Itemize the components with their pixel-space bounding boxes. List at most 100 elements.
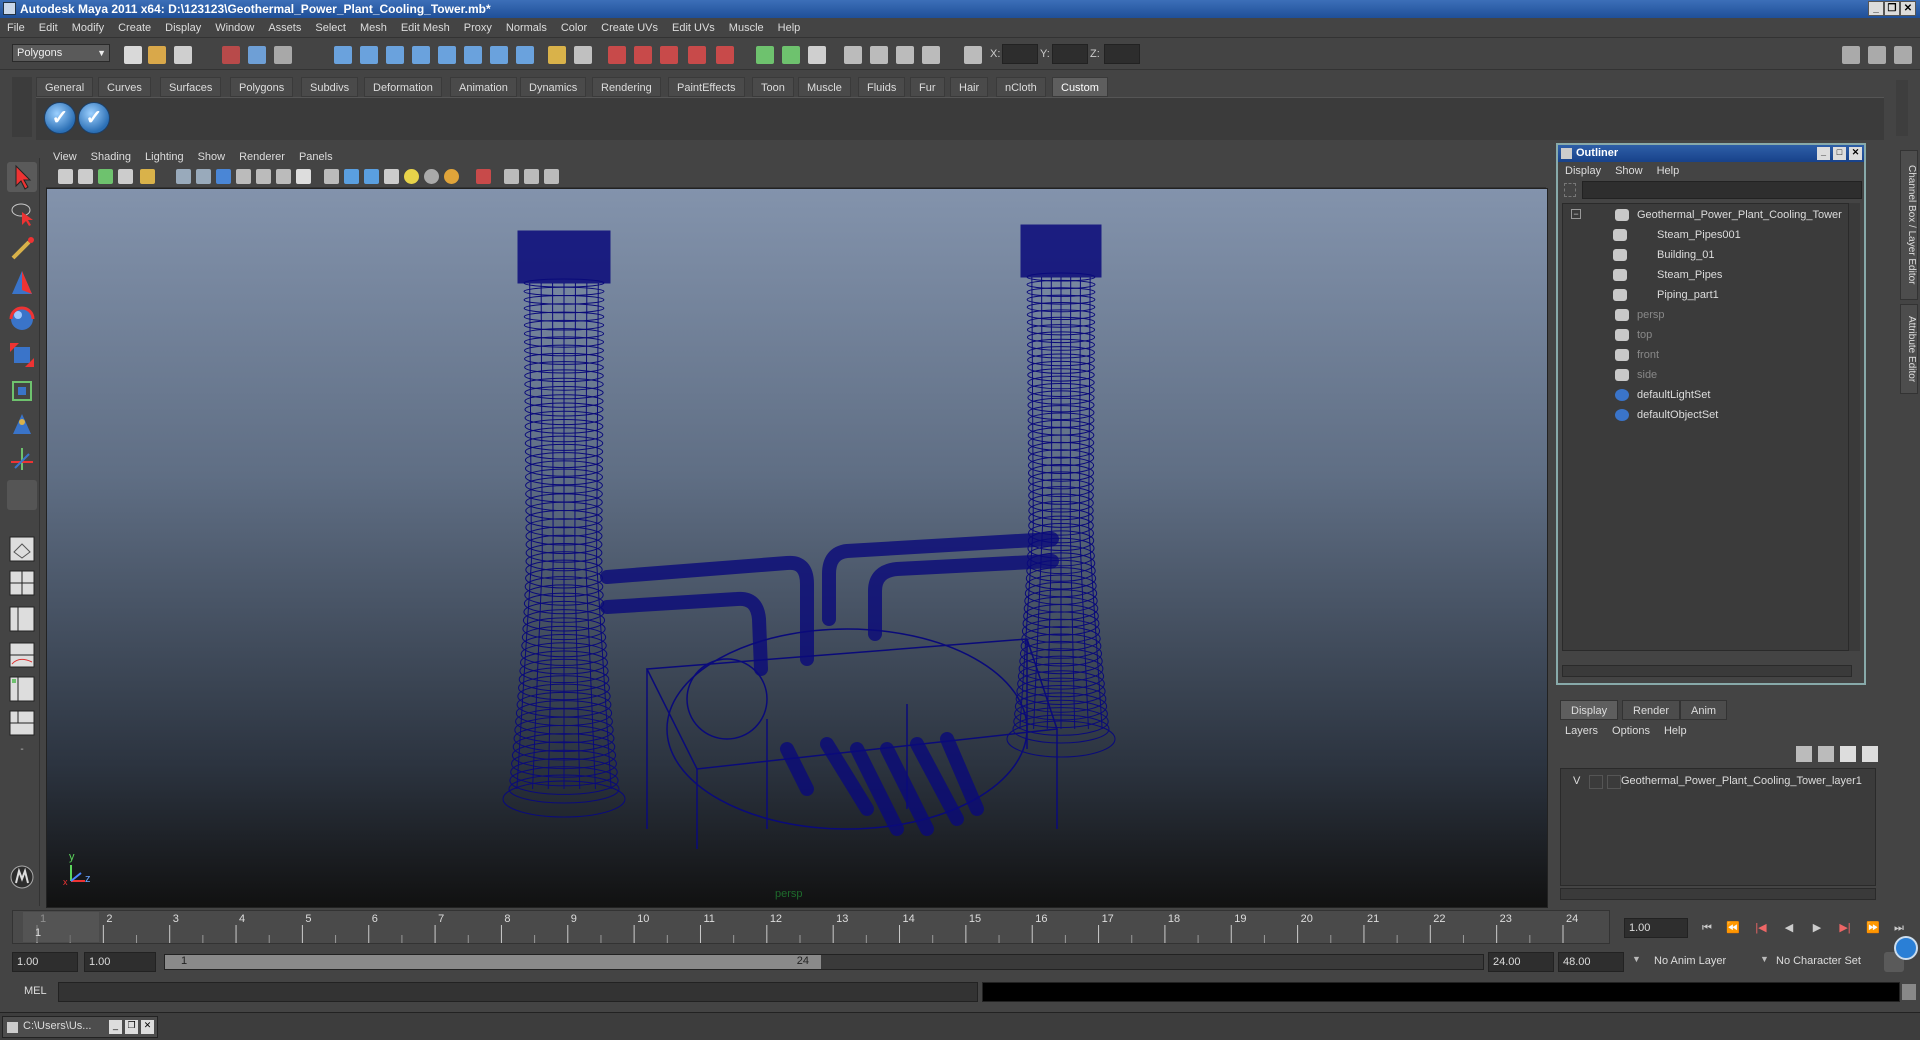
menu-edit-mesh[interactable]: Edit Mesh: [394, 18, 457, 38]
input-ops-icon[interactable]: [574, 46, 592, 64]
expand-collapse-icon[interactable]: −: [1571, 209, 1581, 219]
taskbar-restore-button[interactable]: ❐: [125, 1020, 138, 1034]
menu-modify[interactable]: Modify: [65, 18, 111, 38]
wireframe-icon[interactable]: [196, 169, 211, 184]
four-view-layout-icon[interactable]: [7, 568, 37, 598]
shelf-tab-animation[interactable]: Animation: [450, 77, 517, 97]
question-icon[interactable]: [516, 46, 534, 64]
cube-icon[interactable]: [364, 169, 379, 184]
show-manipulator-tool-icon[interactable]: [7, 444, 37, 474]
perspective-viewport[interactable]: y z x persp: [46, 188, 1548, 908]
hypershade-persp-layout-icon[interactable]: [7, 674, 37, 704]
outliner-vertical-scrollbar[interactable]: [1848, 203, 1860, 651]
outliner-horizontal-scrollbar[interactable]: [1562, 665, 1852, 677]
select-by-component-icon[interactable]: [274, 46, 292, 64]
menu-select[interactable]: Select: [308, 18, 353, 38]
single-perspective-layout-icon[interactable]: [7, 534, 37, 564]
menu-set-dropdown[interactable]: Polygons ▼: [12, 44, 110, 62]
shelf-tab-curves[interactable]: Curves: [98, 77, 151, 97]
lights-icon[interactable]: [870, 46, 888, 64]
bookmarks-icon[interactable]: [98, 169, 113, 184]
shelf-scroll[interactable]: [1896, 80, 1908, 136]
menu-window[interactable]: Window: [208, 18, 261, 38]
layer-color-swatch[interactable]: [1607, 775, 1621, 789]
shader-icon[interactable]: [896, 46, 914, 64]
scale-tool-icon[interactable]: [7, 340, 37, 370]
lock-icon[interactable]: [548, 46, 566, 64]
hypershade-icon[interactable]: [688, 46, 706, 64]
viewport-menu-lighting[interactable]: Lighting: [138, 148, 191, 166]
shelf-tab-surfaces[interactable]: Surfaces: [160, 77, 222, 97]
layer-tab-render[interactable]: Render: [1622, 700, 1681, 720]
menu-proxy[interactable]: Proxy: [457, 18, 499, 38]
soft-modification-tool-icon[interactable]: [7, 410, 37, 440]
menu-help[interactable]: Help: [771, 18, 808, 38]
layer-menu-help[interactable]: Help: [1657, 722, 1694, 740]
channel-box-toggle-icon[interactable]: [1894, 46, 1912, 64]
outliner-minimize-button[interactable]: _: [1817, 147, 1830, 160]
menu-assets[interactable]: Assets: [261, 18, 308, 38]
shelf-tab-fur[interactable]: Fur: [910, 77, 945, 97]
select-by-object-icon[interactable]: [248, 46, 266, 64]
camera-attributes-icon[interactable]: [78, 169, 93, 184]
tab-channel-box-layer-editor[interactable]: Channel Box / Layer Editor: [1900, 150, 1918, 300]
minimize-button[interactable]: _: [1868, 1, 1884, 16]
rotate-tool-icon[interactable]: [7, 304, 37, 334]
all-lights-icon[interactable]: [424, 169, 439, 184]
taskbar-item[interactable]: C:\Users\Us... _ ❐ ✕: [2, 1016, 158, 1038]
persp-graph-layout-icon[interactable]: [7, 640, 37, 670]
sidebar-toggle-icon[interactable]: [808, 46, 826, 64]
camera-icon[interactable]: [844, 46, 862, 64]
range-slider-handle[interactable]: 1 24: [165, 955, 821, 969]
snap-grid-icon[interactable]: [334, 46, 352, 64]
resolution-gate-icon[interactable]: [524, 169, 539, 184]
script-editor-icon[interactable]: [1902, 984, 1916, 1000]
menu-create-uvs[interactable]: Create UVs: [594, 18, 665, 38]
outliner-filter-input[interactable]: [1582, 181, 1862, 199]
go-to-end-icon[interactable]: ⏭: [1888, 918, 1910, 938]
new-empty-layer-icon[interactable]: [1840, 746, 1856, 762]
viewport-menu-panels[interactable]: Panels: [292, 148, 340, 166]
custom-shelf-check-button-1[interactable]: ✓: [44, 102, 76, 134]
step-forward-key-icon[interactable]: ▶|: [1834, 918, 1856, 938]
command-language-toggle[interactable]: MEL: [24, 985, 47, 997]
custom-shelf-check-button-2[interactable]: ✓: [78, 102, 110, 134]
box-shade-icon[interactable]: [344, 169, 359, 184]
shelf-tab-hair[interactable]: Hair: [950, 77, 989, 97]
menu-normals[interactable]: Normals: [499, 18, 554, 38]
share-icon[interactable]: [544, 169, 559, 184]
help-line-badge-icon[interactable]: [1894, 936, 1918, 960]
y-coordinate-input[interactable]: [1052, 44, 1088, 64]
select-by-hierarchy-icon[interactable]: [222, 46, 240, 64]
viewport-menu-view[interactable]: View: [46, 148, 84, 166]
command-input[interactable]: [58, 982, 978, 1002]
shelf-tab-muscle[interactable]: Muscle: [798, 77, 851, 97]
anim-layer-dropdown[interactable]: No Anim Layer: [1650, 952, 1760, 972]
step-forward-frame-icon[interactable]: ⏩: [1862, 918, 1884, 938]
anim-layer-dropdown-arrow[interactable]: ▼: [1632, 954, 1644, 964]
texture-icon[interactable]: [922, 46, 940, 64]
tab-attribute-editor[interactable]: Attribute Editor: [1900, 304, 1918, 394]
menu-create[interactable]: Create: [111, 18, 158, 38]
restore-button[interactable]: ❐: [1884, 1, 1900, 16]
go-to-start-icon[interactable]: ⏮: [1696, 918, 1718, 938]
playback-end-field[interactable]: 24.00: [1488, 952, 1554, 972]
grid-icon[interactable]: [176, 169, 191, 184]
outliner-filter-icon[interactable]: [1564, 183, 1576, 197]
move-layer-down-icon[interactable]: [1818, 746, 1834, 762]
menu-mesh[interactable]: Mesh: [353, 18, 394, 38]
layer-tab-anim[interactable]: Anim: [1680, 700, 1728, 720]
history-icon[interactable]: [464, 46, 482, 64]
end-time-field[interactable]: 48.00: [1558, 952, 1624, 972]
smooth-shade-icon[interactable]: [216, 169, 231, 184]
save-scene-icon[interactable]: [174, 46, 192, 64]
manipulator-tool-icon[interactable]: [7, 376, 37, 406]
shade-wire-icon[interactable]: [236, 169, 251, 184]
menu-display[interactable]: Display: [158, 18, 208, 38]
shelf-tab-painteffects[interactable]: PaintEffects: [668, 77, 745, 97]
close-button[interactable]: ✕: [1900, 1, 1916, 16]
layer-tab-display[interactable]: Display: [1560, 700, 1619, 720]
outliner-menu-display[interactable]: Display: [1558, 162, 1608, 180]
layout-options-handle[interactable]: -: [7, 744, 37, 758]
text-display-icon[interactable]: [296, 169, 311, 184]
